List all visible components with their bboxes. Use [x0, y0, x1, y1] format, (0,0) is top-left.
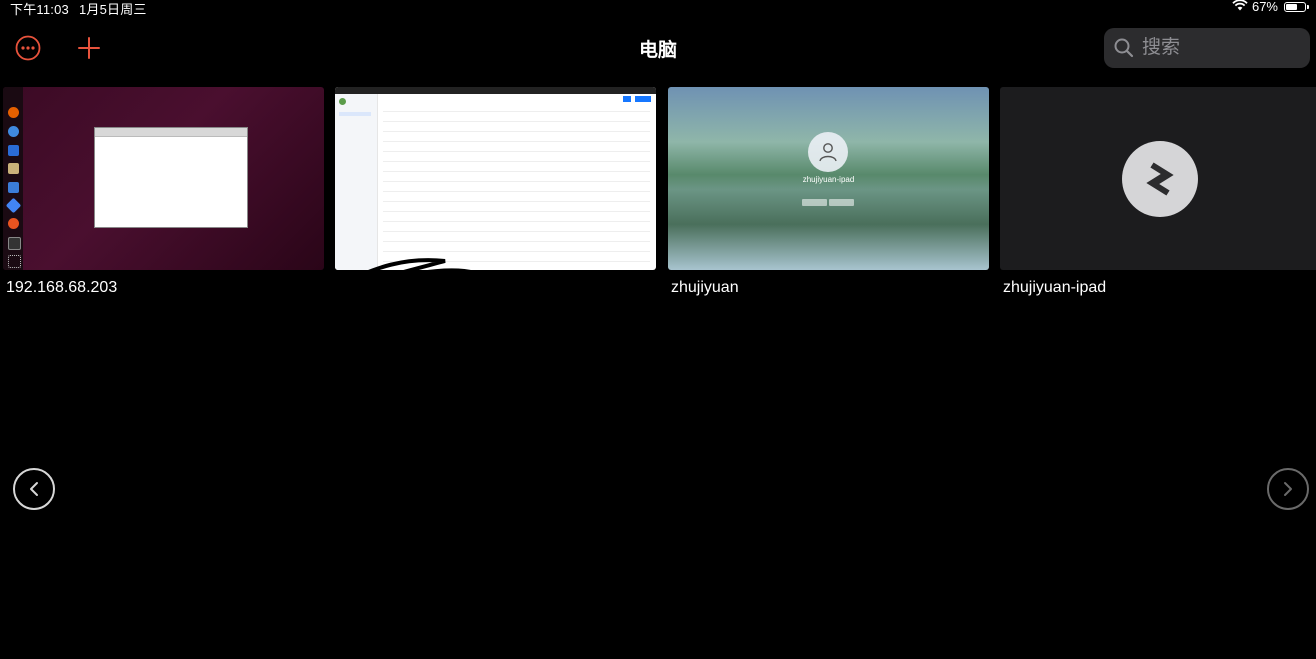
computer-thumbnail[interactable]	[1000, 87, 1316, 270]
app-window	[94, 127, 248, 228]
computer-label: zhujiyuan-ipad	[1003, 279, 1107, 296]
computer-tile-1[interactable]: 192.168.68.203	[3, 87, 324, 296]
chevron-right-icon	[1284, 482, 1292, 496]
computer-thumbnail[interactable]: zhujiyuan-ipad	[668, 87, 989, 270]
computer-label: 192.168.68.203	[6, 279, 118, 296]
lock-screen-buttons	[802, 199, 854, 206]
computer-tile-4[interactable]: zhujiyuan-ipad	[1000, 87, 1316, 296]
status-date: 1月5日周三	[78, 2, 147, 17]
redaction-scribble	[339, 258, 501, 293]
status-time: 下午11:03	[10, 2, 69, 17]
next-page-button[interactable]	[1267, 468, 1309, 510]
chevron-left-icon	[30, 482, 38, 496]
ubuntu-dock	[3, 87, 23, 270]
battery-percent: 67%	[1251, 0, 1278, 14]
status-left: 下午11:03 1月5日周三	[10, 0, 157, 18]
navigation-bar: 电脑	[0, 26, 1316, 70]
search-input[interactable]	[1140, 36, 1304, 60]
search-icon	[1114, 38, 1134, 58]
previous-page-button[interactable]	[13, 468, 55, 510]
status-bar: 下午11:03 1月5日周三 67%	[0, 0, 1316, 18]
computer-tile-3[interactable]: zhujiyuan-ipad zhujiyuan	[668, 87, 989, 296]
battery-fill	[1286, 3, 1297, 10]
computer-tile-2[interactable]	[335, 87, 656, 293]
status-right: 67%	[1232, 0, 1309, 14]
computer-thumbnail[interactable]	[3, 87, 324, 270]
battery-icon	[1284, 1, 1309, 12]
computer-thumbnail[interactable]	[335, 87, 656, 270]
browser-tab-bar	[335, 87, 656, 94]
wifi-icon	[1232, 0, 1248, 14]
remote-desktop-icon	[1122, 141, 1198, 217]
search-bar[interactable]	[1104, 28, 1310, 68]
computer-label: zhujiyuan	[671, 279, 739, 296]
web-sidebar	[335, 94, 378, 270]
lock-screen-user: zhujiyuan-ipad	[802, 175, 855, 184]
user-avatar-icon	[808, 132, 848, 172]
